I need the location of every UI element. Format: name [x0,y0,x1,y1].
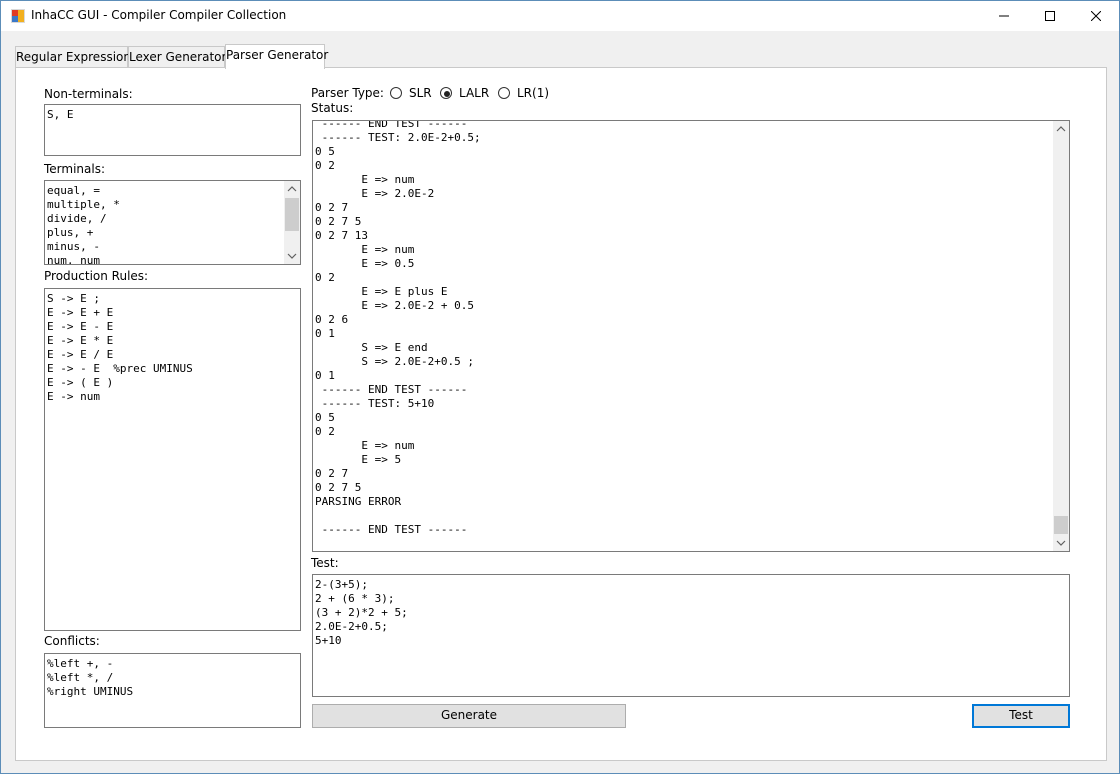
conflicts-textbox[interactable]: %left +, - %left *, / %right UMINUS [44,653,301,728]
test-button[interactable]: Test [972,704,1070,728]
tab-regular-expression[interactable]: Regular Expression [15,46,131,67]
terminals-label: Terminals: [44,162,106,176]
tab-parser-generator[interactable]: Parser Generator [225,44,328,69]
minimize-button[interactable] [981,1,1027,31]
minimize-icon [999,15,1009,17]
terminals-scrollbar[interactable] [284,181,300,264]
maximize-icon [1045,11,1055,21]
conflicts-label: Conflicts: [44,634,100,648]
nonterminals-label: Non-terminals: [44,87,133,101]
app-icon [11,9,25,23]
status-textbox[interactable]: ------ END TEST ------ ------ TEST: 2.0E… [312,120,1070,552]
radio-slr-label: SLR [409,86,432,100]
radio-circle [390,87,402,99]
status-scroll-thumb[interactable] [1054,516,1068,534]
tab-lexer-generator[interactable]: Lexer Generator [128,46,226,67]
radio-lalr[interactable]: LALR [440,86,496,101]
production-rules-textbox[interactable]: S -> E ; E -> E + E E -> E - E E -> E * … [44,288,301,631]
radio-lalr-label: LALR [459,86,490,100]
radio-lr1-label: LR(1) [517,86,550,100]
scroll-down-icon[interactable] [284,248,300,264]
terminals-scroll-thumb[interactable] [285,198,299,231]
production-rules-label: Production Rules: [44,269,149,283]
main-window: InhaCC GUI - Compiler Compiler Collectio… [0,0,1120,774]
terminals-textbox[interactable]: equal, = multiple, * divide, / plus, + m… [44,180,301,265]
scroll-down-icon[interactable] [1053,535,1069,551]
radio-circle [498,87,510,99]
test-label: Test: [311,556,339,570]
scroll-up-icon[interactable] [1053,121,1069,137]
conflicts-text: %left +, - %left *, / %right UMINUS [47,657,134,698]
generate-button[interactable]: Generate [312,704,626,728]
maximize-button[interactable] [1027,1,1073,31]
radio-lr1[interactable]: LR(1) [498,86,558,101]
production-rules-text: S -> E ; E -> E + E E -> E - E E -> E * … [47,292,193,403]
parser-type-label: Parser Type: [311,86,384,100]
scroll-up-icon[interactable] [284,181,300,197]
nonterminals-textbox[interactable]: S, E [44,104,301,156]
radio-selected-dot [444,91,450,97]
close-button[interactable] [1073,1,1119,31]
terminals-text: equal, = multiple, * divide, / plus, + m… [47,184,120,265]
status-label: Status: [311,101,354,115]
parser-generator-page: Non-terminals: S, E Terminals: equal, = … [15,67,1107,761]
close-icon [1091,11,1101,21]
status-text: ------ END TEST ------ ------ TEST: 2.0E… [315,120,481,536]
status-scrollbar[interactable] [1053,121,1069,551]
test-text: 2-(3+5); 2 + (6 * 3); (3 + 2)*2 + 5; 2.0… [315,578,408,647]
nonterminals-text: S, E [47,108,74,121]
radio-circle [440,87,452,99]
test-textbox[interactable]: 2-(3+5); 2 + (6 * 3); (3 + 2)*2 + 5; 2.0… [312,574,1070,697]
title-bar[interactable]: InhaCC GUI - Compiler Compiler Collectio… [1,1,1119,31]
window-title: InhaCC GUI - Compiler Compiler Collectio… [31,8,287,22]
radio-slr[interactable]: SLR [390,86,440,101]
